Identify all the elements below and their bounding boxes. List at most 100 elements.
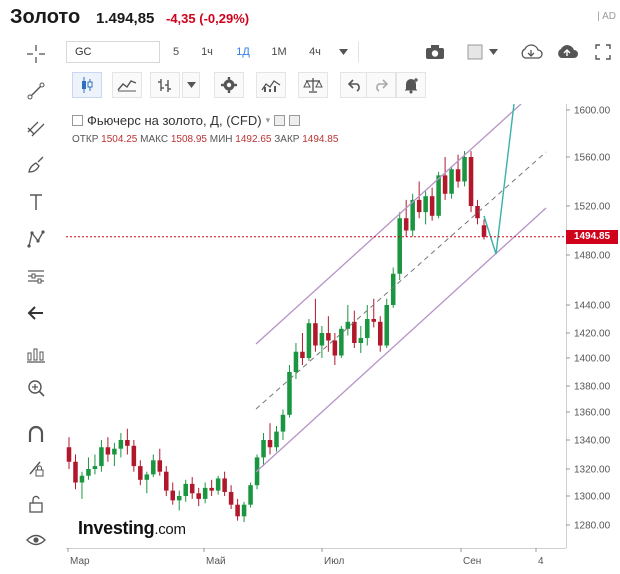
candle-body	[86, 469, 91, 476]
trend-line-icon[interactable]	[20, 77, 52, 105]
candle-body	[300, 351, 305, 358]
color-dropdown-icon[interactable]	[486, 41, 500, 63]
price-change: -4,35 (-0,29%)	[166, 11, 250, 26]
legend-remove-icon[interactable]	[289, 115, 301, 126]
y-tick-label: 1480.00	[574, 251, 611, 262]
candle-body	[339, 328, 344, 356]
candle-body	[267, 440, 273, 448]
instrument-name: Фьючерс на золото, Д, (CFD)	[87, 113, 262, 128]
candle-body	[429, 196, 435, 216]
candle-body	[138, 466, 143, 480]
candle-body	[248, 485, 253, 505]
interval-dropdown-icon[interactable]	[334, 41, 352, 63]
y-tick-label: 1340.00	[574, 436, 611, 447]
interval-1m[interactable]: 1М	[266, 41, 292, 63]
indicators-icon[interactable]	[20, 340, 52, 368]
chart-panel[interactable]: 1600.00 1560.00 1520.00 1480.00 1440.00 1420.…	[66, 103, 618, 574]
x-tick-label: Мар	[70, 556, 90, 567]
interval-1d[interactable]: 1Д	[230, 41, 256, 63]
chart-widget: Золото 1.494,85 -4,35 (-0,29%) | AD GC 5…	[0, 0, 620, 574]
magnet-icon[interactable]	[20, 420, 52, 448]
candle-body	[274, 431, 279, 448]
candle-body	[163, 471, 169, 491]
candle-body	[449, 169, 454, 194]
ohlc-high-value: 1508.95	[170, 134, 207, 145]
candle-body	[442, 175, 448, 194]
candle-body	[189, 483, 195, 494]
candle-body	[118, 440, 124, 449]
text-icon[interactable]	[20, 188, 52, 216]
indicators-chart-icon[interactable]	[256, 72, 286, 98]
fib-icon[interactable]	[20, 114, 52, 142]
ad-label: | AD	[597, 11, 616, 22]
candle-body	[228, 491, 234, 505]
chart-style-toolbar	[66, 70, 426, 100]
fullscreen-icon[interactable]	[592, 41, 614, 63]
candles-icon[interactable]	[72, 72, 102, 98]
candle-body	[377, 321, 383, 346]
zoom-icon[interactable]	[20, 374, 52, 402]
alert-bell-icon[interactable]	[396, 72, 426, 98]
area-chart-icon[interactable]	[112, 72, 142, 98]
bars-icon[interactable]	[150, 72, 180, 98]
ohlc-readout: ОТКР 1504.25 МАКС 1508.95 МИН 1492.65 ЗА…	[72, 134, 338, 145]
candle-body	[423, 196, 428, 213]
unlock-icon[interactable]	[20, 490, 52, 518]
settings-gear-icon[interactable]	[214, 72, 244, 98]
brush-icon[interactable]	[20, 151, 52, 179]
interval-4h[interactable]: 4ч	[302, 41, 328, 63]
candle-body	[455, 169, 461, 182]
compare-scales-icon[interactable]	[298, 72, 328, 98]
candle-body	[462, 157, 467, 182]
candle-body	[79, 475, 85, 483]
measure-icon[interactable]	[20, 262, 52, 290]
redo-icon[interactable]	[366, 72, 396, 98]
candle-body	[384, 305, 390, 346]
candle-body	[176, 496, 182, 501]
last-price-tag: 1494.85	[566, 229, 618, 244]
quote-header: Золото 1.494,85 -4,35 (-0,29%) | AD	[0, 0, 620, 36]
y-tick-label: 1600.00	[574, 106, 611, 117]
eye-icon[interactable]	[20, 526, 52, 554]
interval-5[interactable]: 5	[166, 41, 186, 63]
legend-dropdown-icon[interactable]: ▾	[266, 115, 271, 126]
cloud-upload-icon[interactable]	[552, 41, 582, 63]
candle-body	[105, 447, 111, 455]
interval-1h[interactable]: 1ч	[194, 41, 220, 63]
candle-body	[241, 504, 247, 517]
chart-type-dropdown-icon[interactable]	[182, 72, 200, 98]
drawing-toolbar	[0, 38, 66, 574]
pattern-icon[interactable]	[20, 225, 52, 253]
candle-body	[261, 440, 266, 458]
legend-collapse-icon[interactable]	[72, 115, 83, 126]
candle-body	[410, 199, 415, 231]
y-tick-label: 1440.00	[574, 301, 611, 312]
candle-body	[92, 466, 98, 469]
crosshair-icon[interactable]	[20, 40, 52, 68]
candle-body	[209, 487, 214, 491]
ohlc-high-label: МАКС	[140, 134, 169, 145]
candle-body	[352, 321, 357, 343]
lock-draw-icon[interactable]	[20, 454, 52, 482]
candle-body	[66, 447, 72, 462]
candle-body	[332, 340, 338, 356]
last-price: 1.494,85	[96, 10, 155, 27]
x-tick-label: 4	[538, 556, 544, 567]
y-tick-label: 1380.00	[574, 382, 611, 393]
watermark-brand: Investing	[78, 518, 155, 538]
symbol-input[interactable]: GC	[66, 41, 160, 63]
candle-body	[306, 323, 312, 358]
candle-body	[313, 323, 318, 346]
color-picker-icon[interactable]	[466, 41, 484, 63]
legend-settings-icon[interactable]	[274, 115, 286, 126]
candle-body	[475, 206, 480, 219]
cloud-download-icon[interactable]	[516, 41, 546, 63]
y-tick-label: 1280.00	[574, 521, 611, 532]
candle-body	[326, 333, 331, 341]
price-chart[interactable]: 1600.00 1560.00 1520.00 1480.00 1440.00 1420.…	[66, 103, 618, 574]
back-arrow-icon[interactable]	[20, 299, 52, 327]
camera-icon[interactable]	[420, 41, 450, 63]
toolbar-divider	[358, 42, 359, 62]
ohlc-close-label: ЗАКР	[274, 134, 300, 145]
candle-body	[99, 447, 104, 467]
